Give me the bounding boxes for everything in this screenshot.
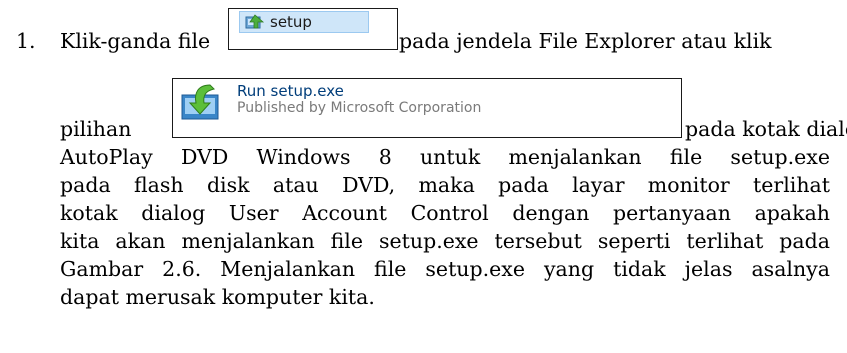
setup-file-label: setup <box>270 13 312 31</box>
autoplay-run-option-screenshot: Run setup.exe Published by Microsoft Cor… <box>172 78 682 138</box>
paragraph-line: kita akan menjalankan file setup.exe ter… <box>60 229 830 253</box>
list-number: 1. <box>16 29 36 53</box>
instruction-paragraph: AutoPlay DVD Windows 8 untuk menjalankan… <box>60 143 830 311</box>
line2-text-before: pilihan <box>60 117 132 141</box>
paragraph-line: AutoPlay DVD Windows 8 untuk menjalankan… <box>60 145 830 169</box>
setup-file-item[interactable]: setup <box>239 11 369 33</box>
paragraph-line: pada flash disk atau DVD, maka pada laya… <box>60 173 830 197</box>
paragraph-line: Gambar 2.6. Menjalankan file setup.exe y… <box>60 257 830 281</box>
run-option-subtitle: Published by Microsoft Corporation <box>237 100 482 116</box>
paragraph-line: dapat merusak komputer kita. <box>60 285 375 309</box>
line1-text-before: Klik-ganda file <box>60 29 211 53</box>
install-arrow-icon <box>181 84 219 120</box>
paragraph-line: kotak dialog User Account Control dengan… <box>60 201 830 225</box>
line2-text-after: pada kotak dialog <box>685 117 847 141</box>
setup-file-screenshot: setup <box>228 8 398 50</box>
setup-installer-icon <box>245 14 265 29</box>
line1-text-after: pada jendela File Explorer atau klik <box>399 29 772 53</box>
run-option-title[interactable]: Run setup.exe <box>237 82 344 100</box>
